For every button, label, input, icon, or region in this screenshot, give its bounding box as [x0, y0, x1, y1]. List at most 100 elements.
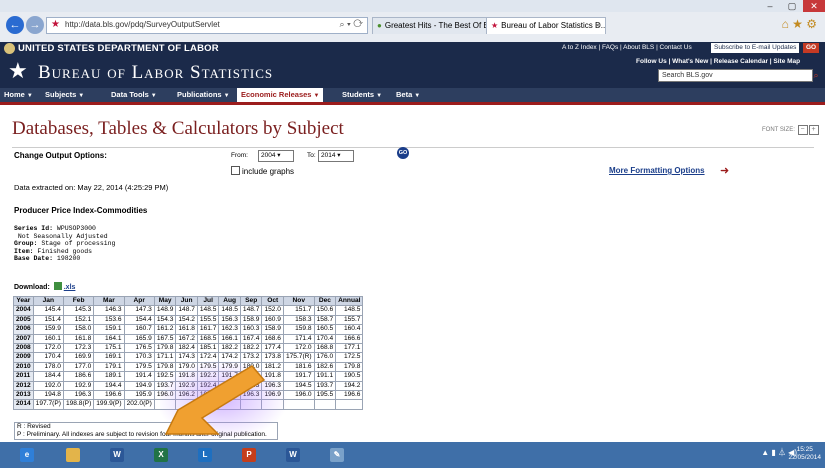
- nav-economic-releases[interactable]: Economic Releases ▼: [237, 88, 324, 102]
- explorer-taskbar-button[interactable]: [54, 444, 92, 466]
- value-cell: 167.2: [175, 333, 198, 344]
- chevron-down-icon: ▼: [150, 93, 157, 99]
- value-cell: 179.8: [335, 361, 364, 373]
- value-cell: 151.4: [32, 314, 64, 326]
- nav-divider: [0, 102, 825, 105]
- search-icon[interactable]: ⌕: [810, 69, 822, 81]
- taskbar: e W X L P W ✎ ▲ ▮ ⏃ ◀) 15:25 22/05/2014: [0, 442, 825, 468]
- column-header: May: [153, 295, 177, 307]
- table-row: 2004 145.4 145.3 146.3 147.3 148.9 148.7 148.5 1…: [13, 305, 364, 316]
- value-cell: 160.4: [335, 324, 364, 335]
- paint-taskbar-button[interactable]: ✎: [318, 444, 356, 466]
- value-cell: 179.8: [153, 342, 177, 354]
- nav-beta[interactable]: Beta ▼: [396, 88, 420, 102]
- value-cell: 172.0: [32, 342, 64, 354]
- subscribe-go-button[interactable]: GO: [803, 43, 820, 53]
- search-input[interactable]: Search BLS.gov: [658, 69, 813, 82]
- back-button[interactable]: ←: [6, 16, 24, 34]
- utility-links[interactable]: A to Z Index | FAQs | About BLS | Contac…: [562, 44, 692, 51]
- more-formatting-link[interactable]: More Formatting Options: [609, 166, 705, 175]
- word-taskbar-button[interactable]: W: [98, 444, 136, 466]
- column-header: Feb: [62, 295, 95, 307]
- table-row: 2006 159.9 158.0 159.1 160.7 161.2 161.8 161.7 1…: [13, 324, 364, 335]
- from-year-select[interactable]: 2004 ▾: [258, 150, 294, 162]
- minimize-button[interactable]: –: [759, 0, 781, 12]
- dol-header: UNITED STATES DEPARTMENT OF LABOR A to Z…: [0, 42, 825, 55]
- lync-taskbar-button[interactable]: L: [186, 444, 224, 466]
- nav-data-tools[interactable]: Data Tools ▼: [111, 88, 157, 102]
- value-cell: 146.3: [93, 305, 125, 316]
- forward-button[interactable]: →: [26, 16, 44, 34]
- value-cell: 164.1: [93, 333, 125, 344]
- word2-taskbar-button[interactable]: W: [274, 444, 312, 466]
- value-cell: 195.5: [313, 389, 337, 401]
- value-cell: 145.3: [62, 305, 95, 316]
- value-cell: 148.9: [153, 305, 177, 316]
- site-icon: ★: [51, 19, 60, 30]
- include-graphs-checkbox[interactable]: include graphs: [231, 166, 294, 176]
- column-header: Jan: [32, 295, 64, 307]
- address-url[interactable]: http://data.bls.gov/pdq/SurveyOutputServ…: [65, 20, 220, 29]
- maximize-button[interactable]: ▢: [781, 0, 803, 12]
- value-cell: 177.1: [335, 342, 364, 354]
- font-decrease-icon[interactable]: −: [797, 125, 808, 135]
- home-favorites-icons[interactable]: ⌂ ★ ⚙: [782, 17, 817, 31]
- value-cell: 182.2: [239, 342, 263, 354]
- value-cell: 151.7: [282, 305, 315, 316]
- value-cell: 160.5: [313, 324, 337, 335]
- value-cell: 162.3: [218, 324, 241, 335]
- subscribe-input[interactable]: Subscribe to E-mail Updates: [711, 43, 800, 53]
- nav-home[interactable]: Home ▼: [4, 88, 33, 102]
- clock[interactable]: 15:25 22/05/2014: [788, 446, 821, 462]
- agency-title[interactable]: Bureau of Labor Statistics: [38, 62, 273, 84]
- tab-close-icon[interactable]: ✕: [594, 18, 601, 34]
- value-cell: 170.4: [32, 352, 64, 363]
- tab-greatest-hits[interactable]: ●Greatest Hits - The Best Of Bru...: [372, 17, 490, 34]
- window-titlebar: – ▢ ✕: [0, 0, 825, 12]
- value-cell: 192.0: [32, 380, 64, 391]
- value-cell: 161.8: [62, 333, 95, 344]
- search-refresh-icon[interactable]: ⌕ ▾ ⟳: [340, 19, 363, 30]
- value-cell: 168.5: [196, 333, 220, 344]
- value-cell: 178.0: [32, 361, 64, 373]
- xls-download-link[interactable]: .xls: [64, 284, 76, 291]
- value-cell: 195.9: [123, 389, 155, 401]
- powerpoint-taskbar-button[interactable]: P: [230, 444, 268, 466]
- arrow-right-icon: ➜: [720, 165, 730, 177]
- table-row: 2007 160.1 161.8 164.1 165.9 167.5 167.2 168.5 1…: [13, 333, 364, 344]
- value-cell: 190.5: [335, 371, 364, 382]
- tab-bls[interactable]: ★ Bureau of Labor Statistics D... ✕: [486, 17, 606, 34]
- nav-publications[interactable]: Publications ▼: [177, 88, 230, 102]
- excel-icon[interactable]: [53, 282, 62, 290]
- value-cell: 192.9: [62, 380, 95, 391]
- year-cell: 2005: [13, 314, 34, 326]
- department-name[interactable]: UNITED STATES DEPARTMENT OF LABOR: [18, 43, 219, 54]
- value-cell: 154.4: [123, 314, 155, 326]
- ie-taskbar-button[interactable]: e: [8, 444, 46, 466]
- font-increase-icon[interactable]: +: [808, 125, 819, 135]
- value-cell: 166.1: [218, 333, 241, 344]
- to-label: To:: [307, 152, 316, 159]
- checkbox-icon[interactable]: [231, 166, 240, 175]
- value-cell: 198.8(P): [62, 399, 95, 410]
- excel-taskbar-button[interactable]: X: [142, 444, 180, 466]
- value-cell: 158.3: [282, 314, 315, 326]
- value-cell: 159.1: [93, 324, 125, 335]
- value-cell: 152.1: [62, 314, 95, 326]
- value-cell: 153.6: [93, 314, 125, 326]
- tab-label: Bureau of Labor Statistics D...: [501, 21, 606, 30]
- nav-subjects[interactable]: Subjects ▼: [45, 88, 84, 102]
- year-cell: 2006: [13, 324, 34, 335]
- address-bar[interactable]: ★ http://data.bls.gov/pdq/SurveyOutputSe…: [46, 17, 368, 34]
- value-cell: 191.4: [123, 371, 155, 382]
- go-button[interactable]: GO: [397, 147, 409, 159]
- value-cell: 168.8: [313, 342, 337, 354]
- value-cell: 165.9: [123, 333, 155, 344]
- to-year-select[interactable]: 2014 ▾: [318, 150, 354, 162]
- close-button[interactable]: ✕: [803, 0, 825, 12]
- follow-links[interactable]: Follow Us | What's New | Release Calenda…: [636, 58, 800, 65]
- column-header: Mar: [93, 295, 125, 307]
- divider: [12, 147, 814, 148]
- browser-toolbar: ← → ★ http://data.bls.gov/pdq/SurveyOutp…: [0, 14, 825, 36]
- nav-students[interactable]: Students ▼: [342, 88, 382, 102]
